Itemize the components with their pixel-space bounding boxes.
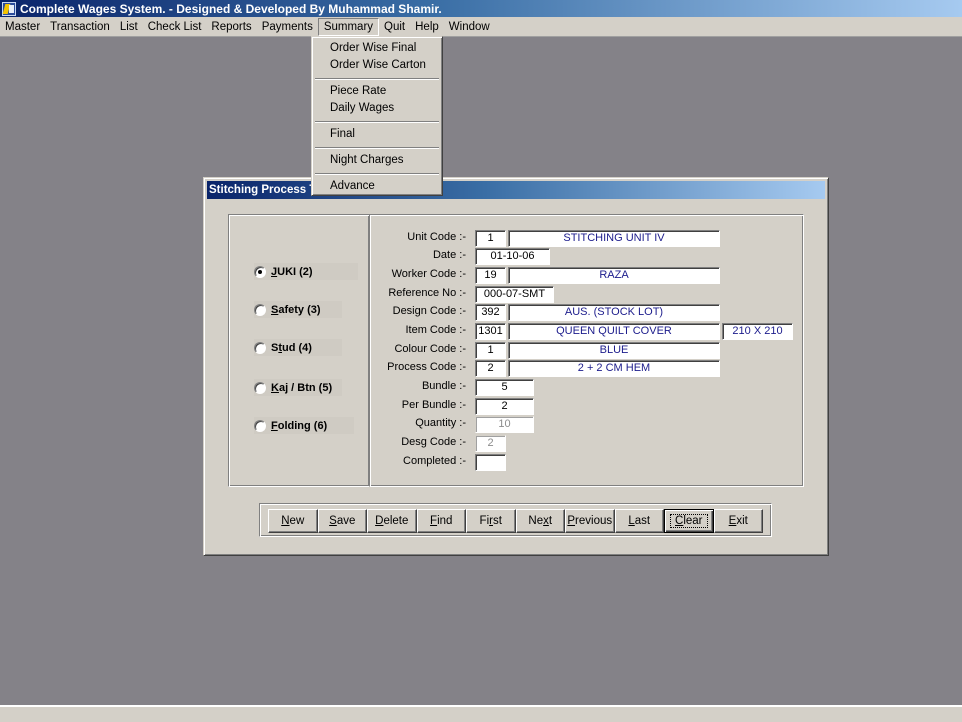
bundle-label: Bundle :- bbox=[421, 380, 466, 392]
worker-code-input[interactable]: 19 bbox=[475, 267, 506, 284]
app-lightning-icon bbox=[2, 1, 16, 16]
menu-separator bbox=[314, 74, 440, 83]
exit-button[interactable]: Exit bbox=[713, 509, 763, 533]
radio-kaj-btn[interactable]: Kaj / Btn (5) bbox=[254, 379, 342, 396]
radio-button[interactable] bbox=[254, 341, 266, 354]
menu-transaction[interactable]: Transaction bbox=[45, 18, 115, 36]
item-code-input[interactable]: 1301 bbox=[475, 323, 506, 340]
menu-item-advance[interactable]: Advance bbox=[314, 178, 440, 195]
stitching-process-window: Stitching Process T JUKI (2) Safety (3) … bbox=[203, 177, 829, 556]
menu-separator bbox=[314, 143, 440, 152]
per-bundle-label: Per Bundle :- bbox=[401, 399, 466, 411]
item-name-field[interactable]: QUEEN QUILT COVER bbox=[508, 323, 720, 340]
desg-code-field: 2 bbox=[475, 435, 506, 452]
action-toolbar: New Save Delete Find First Next Previous… bbox=[268, 509, 763, 533]
per-bundle-input[interactable]: 2 bbox=[475, 398, 534, 415]
completed-label: Completed :- bbox=[403, 455, 466, 467]
radio-button[interactable] bbox=[254, 419, 266, 432]
reference-no-label: Reference No :- bbox=[388, 287, 466, 299]
app-title-bar: Complete Wages System. - Designed & Deve… bbox=[0, 0, 962, 17]
colour-code-input[interactable]: 1 bbox=[475, 342, 506, 359]
menu-summary[interactable]: Summary bbox=[317, 17, 380, 36]
app-title: Complete Wages System. - Designed & Deve… bbox=[20, 1, 442, 16]
menu-item-final[interactable]: Final bbox=[314, 126, 440, 143]
colour-name-field[interactable]: BLUE bbox=[508, 342, 720, 359]
menu-bar: Master Transaction List Check List Repor… bbox=[0, 17, 962, 37]
design-code-input[interactable]: 392 bbox=[475, 304, 506, 321]
window-title-bar[interactable]: Stitching Process T bbox=[207, 181, 825, 199]
first-button[interactable]: First bbox=[466, 509, 516, 533]
menu-quit[interactable]: Quit bbox=[379, 18, 410, 36]
status-bar bbox=[0, 705, 962, 722]
menu-item-piece-rate[interactable]: Piece Rate bbox=[314, 83, 440, 100]
process-name-field[interactable]: 2 + 2 CM HEM bbox=[508, 360, 720, 377]
summary-dropdown-menu: Order Wise Final Order Wise Carton Piece… bbox=[311, 36, 443, 196]
radio-safety[interactable]: Safety (3) bbox=[254, 301, 342, 318]
item-size-field[interactable]: 210 X 210 bbox=[722, 323, 793, 340]
menu-master[interactable]: Master bbox=[0, 18, 45, 36]
window-title: Stitching Process T bbox=[209, 184, 317, 196]
process-code-label: Process Code :- bbox=[387, 361, 466, 373]
menu-item-night-charges[interactable]: Night Charges bbox=[314, 152, 440, 169]
menu-item-daily-wages[interactable]: Daily Wages bbox=[314, 100, 440, 117]
quantity-field: 10 bbox=[475, 416, 534, 433]
process-code-input[interactable]: 2 bbox=[475, 360, 506, 377]
design-name-field[interactable]: AUS. (STOCK LOT) bbox=[508, 304, 720, 321]
radio-juki[interactable]: JUKI (2) bbox=[254, 263, 358, 280]
last-button[interactable]: Last bbox=[614, 509, 664, 533]
date-input[interactable]: 01-10-06 bbox=[475, 248, 550, 265]
item-code-label: Item Code :- bbox=[405, 324, 466, 336]
unit-name-field[interactable]: STITCHING UNIT IV bbox=[508, 230, 720, 247]
reference-no-input[interactable]: 000-07-SMT bbox=[475, 286, 554, 303]
menu-payments[interactable]: Payments bbox=[257, 18, 318, 36]
desg-code-label: Desg Code :- bbox=[401, 436, 466, 448]
clear-button[interactable]: Clear bbox=[664, 509, 714, 533]
entry-form-group: Unit Code :- 1 STITCHING UNIT IV Date :-… bbox=[369, 214, 804, 487]
menu-help[interactable]: Help bbox=[410, 18, 444, 36]
quantity-label: Quantity :- bbox=[415, 417, 466, 429]
menu-separator bbox=[314, 169, 440, 178]
unit-code-label: Unit Code :- bbox=[407, 231, 466, 243]
find-button[interactable]: Find bbox=[416, 509, 466, 533]
radio-stud[interactable]: Stud (4) bbox=[254, 339, 342, 356]
previous-button[interactable]: Previous bbox=[565, 509, 615, 533]
menu-reports[interactable]: Reports bbox=[206, 18, 256, 36]
delete-button[interactable]: Delete bbox=[367, 509, 417, 533]
new-button[interactable]: New bbox=[268, 509, 318, 533]
worker-code-label: Worker Code :- bbox=[391, 268, 466, 280]
worker-name-field[interactable]: RAZA bbox=[508, 267, 720, 284]
menu-list[interactable]: List bbox=[115, 18, 143, 36]
colour-code-label: Colour Code :- bbox=[394, 343, 466, 355]
radio-folding[interactable]: Folding (6) bbox=[254, 417, 354, 434]
radio-button-checked[interactable] bbox=[254, 265, 266, 278]
unit-code-input[interactable]: 1 bbox=[475, 230, 506, 247]
completed-input[interactable] bbox=[475, 454, 506, 471]
date-label: Date :- bbox=[432, 249, 466, 261]
menu-separator bbox=[314, 117, 440, 126]
design-code-label: Design Code :- bbox=[392, 305, 466, 317]
next-button[interactable]: Next bbox=[515, 509, 565, 533]
save-button[interactable]: Save bbox=[317, 509, 367, 533]
radio-button[interactable] bbox=[254, 381, 266, 394]
radio-button[interactable] bbox=[254, 303, 266, 316]
menu-window[interactable]: Window bbox=[444, 18, 495, 36]
bundle-input[interactable]: 5 bbox=[475, 379, 534, 396]
menu-item-order-wise-final[interactable]: Order Wise Final bbox=[314, 40, 440, 57]
action-button-frame: New Save Delete Find First Next Previous… bbox=[259, 503, 772, 537]
menu-item-order-wise-carton[interactable]: Order Wise Carton bbox=[314, 57, 440, 74]
menu-check-list[interactable]: Check List bbox=[143, 18, 207, 36]
